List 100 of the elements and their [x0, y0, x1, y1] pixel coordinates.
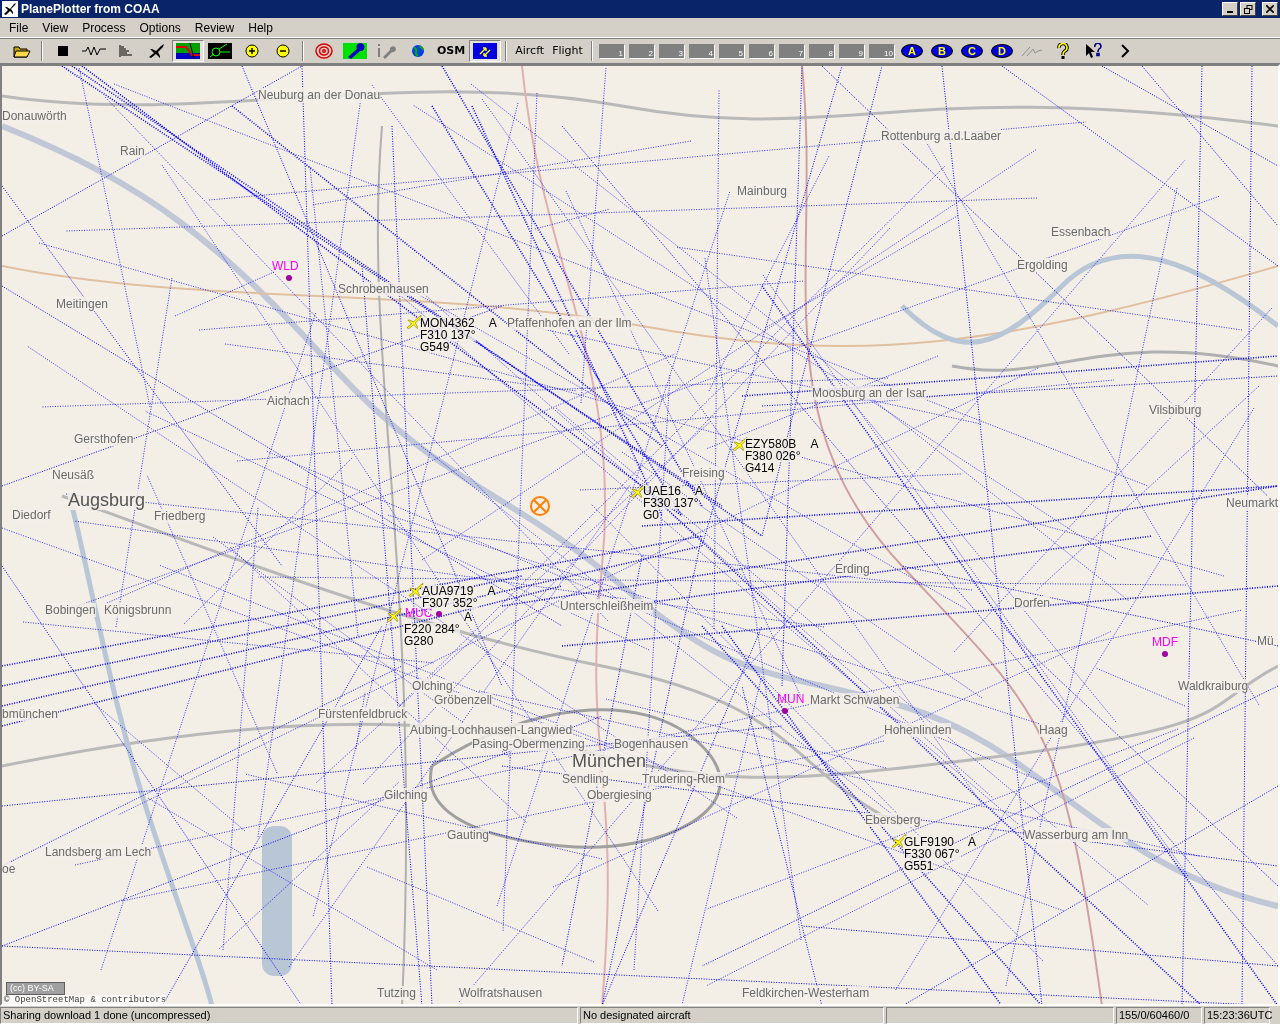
- status-pane: 155/0/60460/0: [1116, 1007, 1202, 1024]
- menu-item[interactable]: Options: [132, 18, 188, 37]
- target-icon: [314, 43, 333, 59]
- place-label: Hohenlinden: [884, 723, 952, 737]
- license-badge: (cc) BY-SA: [6, 982, 65, 995]
- place-label: Markt Schwaben: [810, 693, 900, 707]
- filter-button[interactable]: C: [960, 44, 983, 58]
- memory-slot-button[interactable]: 5: [718, 43, 745, 59]
- memory-slot-button[interactable]: 8: [808, 43, 835, 59]
- close-button[interactable]: [1262, 2, 1278, 16]
- place-label: München: [572, 751, 647, 771]
- place-label: Augsburg: [68, 490, 146, 510]
- aircraft-callsign: MON4362: [420, 317, 475, 329]
- target-marker-icon: [529, 495, 551, 517]
- place-label: Bobingen: [45, 603, 96, 617]
- place-label: Rottenburg a.d.Laaber: [881, 129, 1002, 143]
- memory-slot-button[interactable]: 10: [868, 43, 895, 59]
- place-label: Tutzing: [377, 986, 416, 1000]
- memory-slot-button[interactable]: 6: [748, 43, 775, 59]
- waypoint-marker: [286, 275, 292, 281]
- aircraft-status: A: [695, 485, 704, 497]
- restore-icon: [1243, 4, 1253, 14]
- waypoint-label: MUN: [777, 693, 805, 706]
- place-label: Gilching: [384, 788, 428, 802]
- plane-icon[interactable]: [732, 436, 748, 452]
- aircraft-callsign: EZY580B: [745, 438, 797, 450]
- wrench-icon: [343, 43, 367, 59]
- toolbar-button[interactable]: OSM: [433, 40, 470, 62]
- waypoint-label: WLD: [272, 260, 299, 273]
- place-label: Erding: [835, 562, 870, 576]
- filter-button[interactable]: A: [900, 44, 923, 58]
- map-view-icon: [176, 43, 200, 59]
- toolbar-button[interactable]: Aircft: [511, 40, 549, 62]
- toolbar-button[interactable]: [172, 40, 204, 62]
- toolbar-button[interactable]: Flight: [548, 40, 587, 62]
- filter-button[interactable]: B: [930, 44, 953, 58]
- place-label: Moosburg an der Isar: [812, 386, 927, 400]
- place-label: Aubing-Lochhausen-Langwied: [410, 723, 573, 737]
- place-label: Wolfratshausen: [459, 986, 543, 1000]
- toolbar-button[interactable]: [469, 40, 502, 62]
- chevron-right-icon: [1120, 44, 1131, 58]
- place-label: Mü: [1257, 634, 1274, 648]
- status-pane: No designated aircraft: [580, 1007, 884, 1024]
- aircraft-status: A: [810, 438, 819, 450]
- place-label: Freising: [682, 466, 725, 480]
- plane-icon[interactable]: [408, 582, 424, 598]
- close-icon: [1266, 5, 1274, 13]
- aircraft-status: A: [464, 611, 472, 623]
- memory-slot-button[interactable]: 3: [658, 43, 685, 59]
- status-pane: Sharing download 1 done (uncompressed): [0, 1007, 578, 1024]
- folder-icon: [12, 43, 31, 59]
- tools-icon: [376, 43, 397, 59]
- place-label: Ebersberg: [865, 813, 921, 827]
- place-label: Trudering-Riem: [642, 772, 725, 786]
- place-label: Ergolding: [1017, 258, 1068, 272]
- place-label: Gauting: [447, 828, 490, 842]
- plane-icon[interactable]: [406, 314, 422, 330]
- place-label: Friedberg: [154, 509, 206, 523]
- plane-icon[interactable]: [630, 483, 646, 499]
- filter-button[interactable]: D: [990, 44, 1013, 58]
- memory-slot-button[interactable]: 2: [628, 43, 655, 59]
- place-label: bmünchen: [2, 707, 59, 721]
- menu-item[interactable]: File: [2, 18, 36, 37]
- place-label: Olching: [412, 679, 453, 693]
- aircraft-altitude: F310 137°: [420, 329, 476, 341]
- waypoint-label: MDF: [1152, 636, 1178, 649]
- aircraft-altitude: F330 067°: [904, 848, 960, 860]
- pointer-help-icon: [1085, 43, 1104, 59]
- restore-button[interactable]: [1240, 2, 1256, 16]
- memory-slot-button[interactable]: 4: [688, 43, 715, 59]
- memory-slot-button[interactable]: 7: [778, 43, 805, 59]
- minimize-button[interactable]: [1222, 2, 1238, 16]
- window-title: PlanePlotter from COAA: [21, 1, 160, 18]
- place-label: Wasserburg am Inn: [1024, 828, 1129, 842]
- waypoint-marker: [782, 708, 788, 714]
- aircraft-altitude: F220 284°: [404, 623, 460, 635]
- waypoint-marker: [1162, 651, 1168, 657]
- menu-item[interactable]: View: [35, 18, 76, 37]
- memory-slot-button[interactable]: 9: [838, 43, 865, 59]
- signature-icon: [1021, 45, 1044, 57]
- place-label: Neusäß: [52, 468, 95, 482]
- aircraft-callsign: GLF9190: [904, 836, 955, 848]
- waypoint-marker: [436, 611, 442, 617]
- aircraft-status: A: [968, 836, 977, 848]
- place-label: Pfaffenhofen an der Ilm: [507, 316, 632, 330]
- status-pane: 15:23:36UTC: [1204, 1007, 1270, 1024]
- place-label: Mainburg: [737, 184, 788, 198]
- aircraft-speed: G280: [404, 635, 434, 647]
- place-label: Sendling: [562, 772, 609, 786]
- place-label: Landsberg am Lech: [45, 845, 152, 859]
- place-label: Bogenhausen: [614, 737, 689, 751]
- place-label: Vilsbiburg: [1149, 403, 1202, 417]
- place-label: Gröbenzell: [434, 693, 493, 707]
- menu-item[interactable]: Help: [241, 18, 280, 37]
- menu-item[interactable]: Review: [187, 18, 242, 37]
- memory-slot-button[interactable]: 1: [598, 43, 625, 59]
- place-label: Haag: [1039, 723, 1068, 737]
- place-label: Pasing-Obermenzing: [472, 737, 585, 751]
- menu-item[interactable]: Process: [75, 18, 133, 37]
- place-label: Feldkirchen-Westerham: [742, 986, 870, 1000]
